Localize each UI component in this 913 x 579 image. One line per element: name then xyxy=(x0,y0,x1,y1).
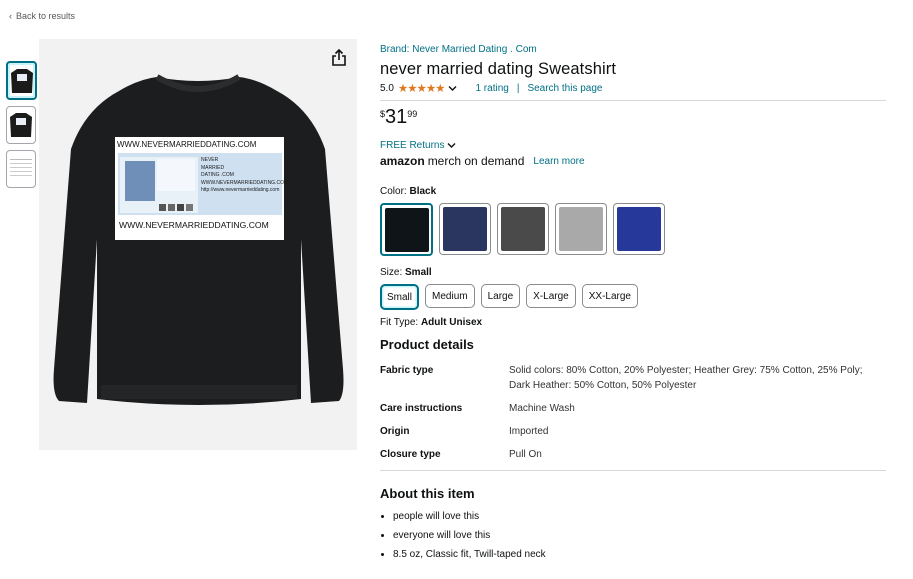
about-bullet: 8.5 oz, Classic fit, Twill-taped neck xyxy=(393,549,886,560)
price-fraction: 99 xyxy=(407,109,418,119)
brand-link[interactable]: Brand: Never Married Dating . Com xyxy=(380,44,537,55)
print-line: NEVER xyxy=(201,157,219,163)
details-row: Closure type Pull On xyxy=(380,447,886,462)
thumbnail-1[interactable] xyxy=(6,61,37,100)
thumbnail-list xyxy=(6,61,37,188)
chevron-down-icon[interactable] xyxy=(448,85,457,92)
chevron-left-icon: ‹ xyxy=(9,11,12,21)
color-label-text: Color: xyxy=(380,186,407,197)
product-details-heading: Product details xyxy=(380,337,474,352)
color-selected: Black xyxy=(409,186,437,197)
about-bullets: people will love this everyone will love … xyxy=(380,511,886,560)
about-heading: About this item xyxy=(380,486,475,501)
details-row: Fabric type Solid colors: 80% Cotton, 20%… xyxy=(380,363,886,393)
swatch-fill xyxy=(443,207,487,251)
color-swatch-navy[interactable] xyxy=(439,203,491,255)
print-url-bottom: WWW.NEVERMARRIEDDATING.COM xyxy=(119,220,269,230)
rating-row: 5.0 ★★★★★ 1 rating | Search this page xyxy=(380,81,886,96)
print-line: WWW.NEVERMARRIEDDATING.COM xyxy=(201,179,289,186)
share-icon[interactable] xyxy=(331,49,347,67)
details-key: Origin xyxy=(380,426,410,437)
learn-more-link[interactable]: Learn more xyxy=(533,156,584,167)
print-line: http://www.nevermarrieddating.com xyxy=(201,187,280,193)
swatch-fill xyxy=(559,207,603,251)
print-line: MARRIED xyxy=(201,164,225,171)
details-value: Imported xyxy=(509,426,549,437)
color-swatches xyxy=(380,203,886,256)
divider xyxy=(380,470,886,471)
size-options: Small Medium Large X-Large XX-Large xyxy=(380,284,886,310)
fit-label: Fit Type: xyxy=(380,317,419,328)
chevron-down-icon xyxy=(447,143,456,148)
details-row: Origin Imported xyxy=(380,424,886,439)
amazon-wordmark: amazon xyxy=(380,154,425,168)
product-info: Brand: Never Married Dating . Com never … xyxy=(380,39,886,568)
color-swatch-heather-grey[interactable] xyxy=(555,203,607,255)
size-option-xx-large[interactable]: XX-Large xyxy=(581,284,638,308)
size-option-medium[interactable]: Medium xyxy=(425,284,475,308)
fit-value: Adult Unisex xyxy=(420,317,483,328)
print-url-top: WWW.NEVERMARRIEDDATING.COM xyxy=(117,140,257,149)
about-bullet: everyone will love this xyxy=(393,530,886,541)
print-text-block: NEVER MARRIED DATING .COM WWW.NEVERMARRI… xyxy=(201,157,288,195)
sweatshirt-thumb-icon xyxy=(10,113,32,137)
color-swatch-royal-blue[interactable] xyxy=(613,203,665,255)
color-label: Color: Black xyxy=(380,186,886,197)
size-selected: Small xyxy=(405,267,432,278)
about-bullet: people will love this xyxy=(393,511,886,522)
merch-on-demand: amazon merch on demand Learn more xyxy=(380,154,886,168)
size-option-large[interactable]: Large xyxy=(480,284,521,308)
star-rating-icon[interactable]: ★★★★★ xyxy=(398,81,446,95)
amazon-merch-logo: amazon merch on demand xyxy=(380,154,524,168)
color-swatch-black[interactable] xyxy=(380,203,433,256)
divider xyxy=(380,100,886,101)
thumbnail-2[interactable] xyxy=(6,106,36,144)
sweatshirt-thumb-icon xyxy=(10,68,33,93)
search-page-link[interactable]: Search this page xyxy=(527,83,602,94)
about-section: About this item people will love this eve… xyxy=(380,486,886,560)
size-option-small[interactable]: Small xyxy=(380,284,420,310)
product-title: never married dating Sweatshirt xyxy=(380,60,617,78)
free-returns-label: FREE Returns xyxy=(380,140,445,151)
size-option-x-large[interactable]: X-Large xyxy=(526,284,576,308)
main-product-image[interactable]: WWW.NEVERMARRIEDDATING.COM NEVER MARRIED… xyxy=(39,39,357,450)
product-details-table: Fabric type Solid colors: 80% Cotton, 20%… xyxy=(380,363,886,462)
back-to-results-link[interactable]: ‹ Back to results xyxy=(9,11,75,21)
back-label: Back to results xyxy=(16,11,76,21)
price: $ 31 99 xyxy=(380,106,886,128)
divider: | xyxy=(516,82,520,94)
size-label: Size: Small xyxy=(380,267,886,278)
rating-value: 5.0 xyxy=(380,82,394,94)
details-value: Solid colors: 80% Cotton, 20% Polyester;… xyxy=(509,365,863,391)
details-key: Fabric type xyxy=(380,365,434,376)
swatch-fill xyxy=(384,207,429,252)
size-chart-thumb-icon xyxy=(10,159,32,176)
merch-suffix: merch on demand xyxy=(427,154,525,168)
details-value: Machine Wash xyxy=(509,403,575,414)
fit-type: Fit Type: Adult Unisex xyxy=(380,317,886,328)
color-swatch-dark-heather[interactable] xyxy=(497,203,549,255)
details-key: Closure type xyxy=(380,449,441,460)
details-value: Pull On xyxy=(509,449,542,460)
details-key: Care instructions xyxy=(380,403,463,414)
print-line: DATING .COM xyxy=(201,172,234,178)
swatch-fill xyxy=(501,207,545,251)
swatch-fill xyxy=(617,207,661,251)
rating-count-link[interactable]: 1 rating xyxy=(475,83,508,94)
size-label-text: Size: xyxy=(380,267,403,278)
thumbnail-3[interactable] xyxy=(6,150,36,188)
sweatshirt-image xyxy=(53,74,344,405)
details-row: Care instructions Machine Wash xyxy=(380,401,886,416)
free-returns-link[interactable]: FREE Returns xyxy=(380,140,886,151)
price-whole: 31 xyxy=(385,106,408,128)
